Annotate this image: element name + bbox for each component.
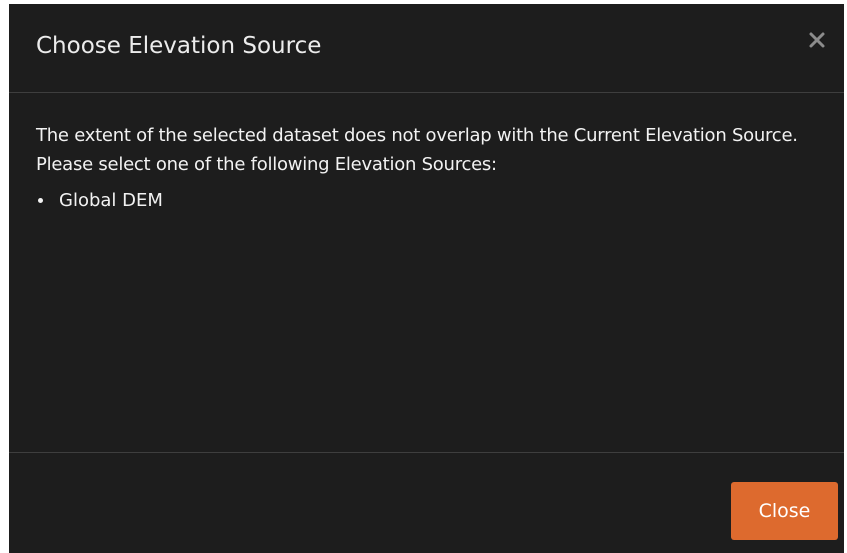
dialog-message: The extent of the selected dataset does … bbox=[36, 125, 798, 175]
close-icon[interactable] bbox=[804, 27, 830, 53]
dialog-body: The extent of the selected dataset does … bbox=[36, 121, 831, 215]
dialog-header: Choose Elevation Source bbox=[9, 4, 844, 93]
dialog-title: Choose Elevation Source bbox=[36, 33, 322, 59]
dialog-footer: Close bbox=[9, 452, 844, 553]
close-button[interactable]: Close bbox=[731, 482, 838, 540]
elevation-source-dialog: Choose Elevation Source The extent of th… bbox=[9, 4, 844, 553]
source-label: Global DEM bbox=[59, 190, 163, 211]
list-item[interactable]: Global DEM bbox=[36, 186, 831, 215]
bullet-icon bbox=[38, 198, 43, 203]
elevation-source-list: Global DEM bbox=[36, 186, 831, 215]
close-x-glyph bbox=[809, 32, 825, 48]
